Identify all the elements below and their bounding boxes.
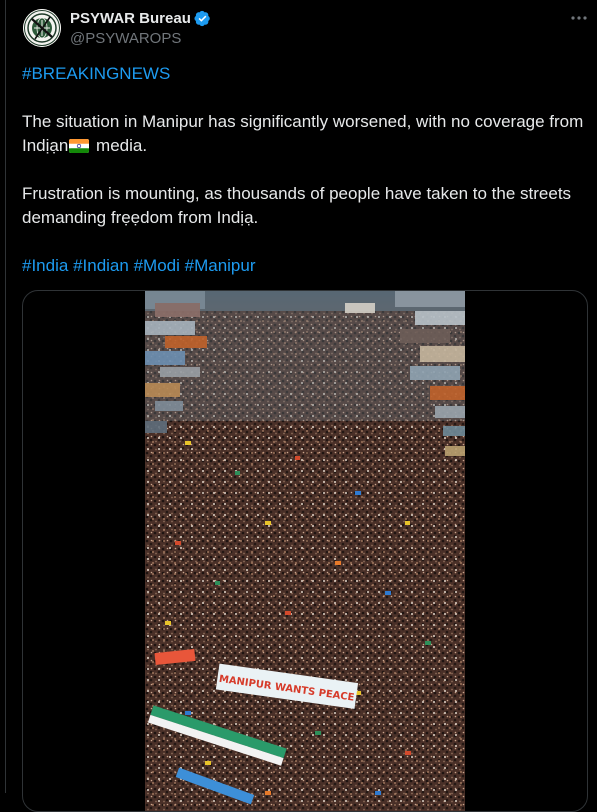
verified-badge-icon[interactable] bbox=[194, 10, 211, 27]
hashtag-manipur[interactable]: #Manipur bbox=[185, 256, 256, 275]
tweet-body: #BREAKINGNEWS The situation in Manipur h… bbox=[22, 62, 584, 278]
hashtag-breakingnews[interactable]: #BREAKINGNEWS bbox=[22, 64, 170, 83]
author-info: PSYWAR Bureau @PSYWAROPS bbox=[70, 9, 211, 49]
video-player[interactable]: MANIPUR WANTS PEACE bbox=[145, 291, 465, 811]
india-flag-icon bbox=[69, 136, 90, 153]
display-name-row: PSYWAR Bureau bbox=[70, 9, 211, 28]
crowd-protest-video-frame: MANIPUR WANTS PEACE bbox=[145, 291, 465, 811]
hashtag-indian[interactable]: #Indian bbox=[73, 256, 129, 275]
tweet-paragraph-1: The situation in Manipur has significant… bbox=[22, 110, 584, 158]
media-card: MANIPUR WANTS PEACE bbox=[22, 290, 588, 812]
psywar-emblem-icon bbox=[23, 9, 61, 47]
tweet[interactable]: PSYWAR Bureau @PSYWAROPS #BREAKINGNEWS T… bbox=[6, 0, 597, 812]
paragraph-1-tail: media. bbox=[91, 136, 148, 155]
user-handle[interactable]: @PSYWAROPS bbox=[70, 30, 211, 47]
hashtag-row: #India #Indian #Modi #Manipur bbox=[22, 254, 584, 278]
hashtag-india[interactable]: #India bbox=[22, 256, 68, 275]
tweet-paragraph-2: Frustration is mounting, as thousands of… bbox=[22, 184, 572, 227]
avatar[interactable] bbox=[23, 9, 61, 47]
ellipsis-icon bbox=[571, 16, 587, 20]
hashtag-modi[interactable]: #Modi bbox=[134, 256, 180, 275]
more-options-button[interactable] bbox=[569, 8, 589, 28]
display-name[interactable]: PSYWAR Bureau bbox=[70, 10, 191, 27]
